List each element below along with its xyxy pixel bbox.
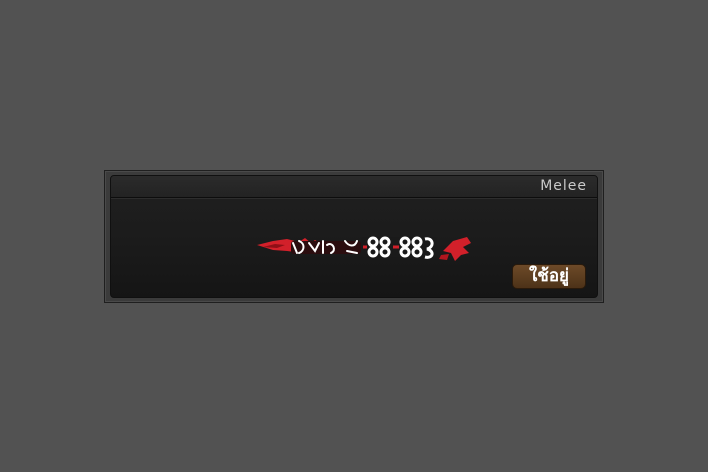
melee-item-card[interactable]: Melee ใช้อยู่ [104,170,604,303]
red-painted-blade-icon [257,236,471,261]
item-card-header: Melee [111,176,597,198]
item-card-body: Melee ใช้อยู่ [110,175,598,298]
equipped-badge: ใช้อยู่ [512,264,586,289]
page: Melee ใช้อยู่ [0,0,708,472]
category-label: Melee [540,178,587,194]
